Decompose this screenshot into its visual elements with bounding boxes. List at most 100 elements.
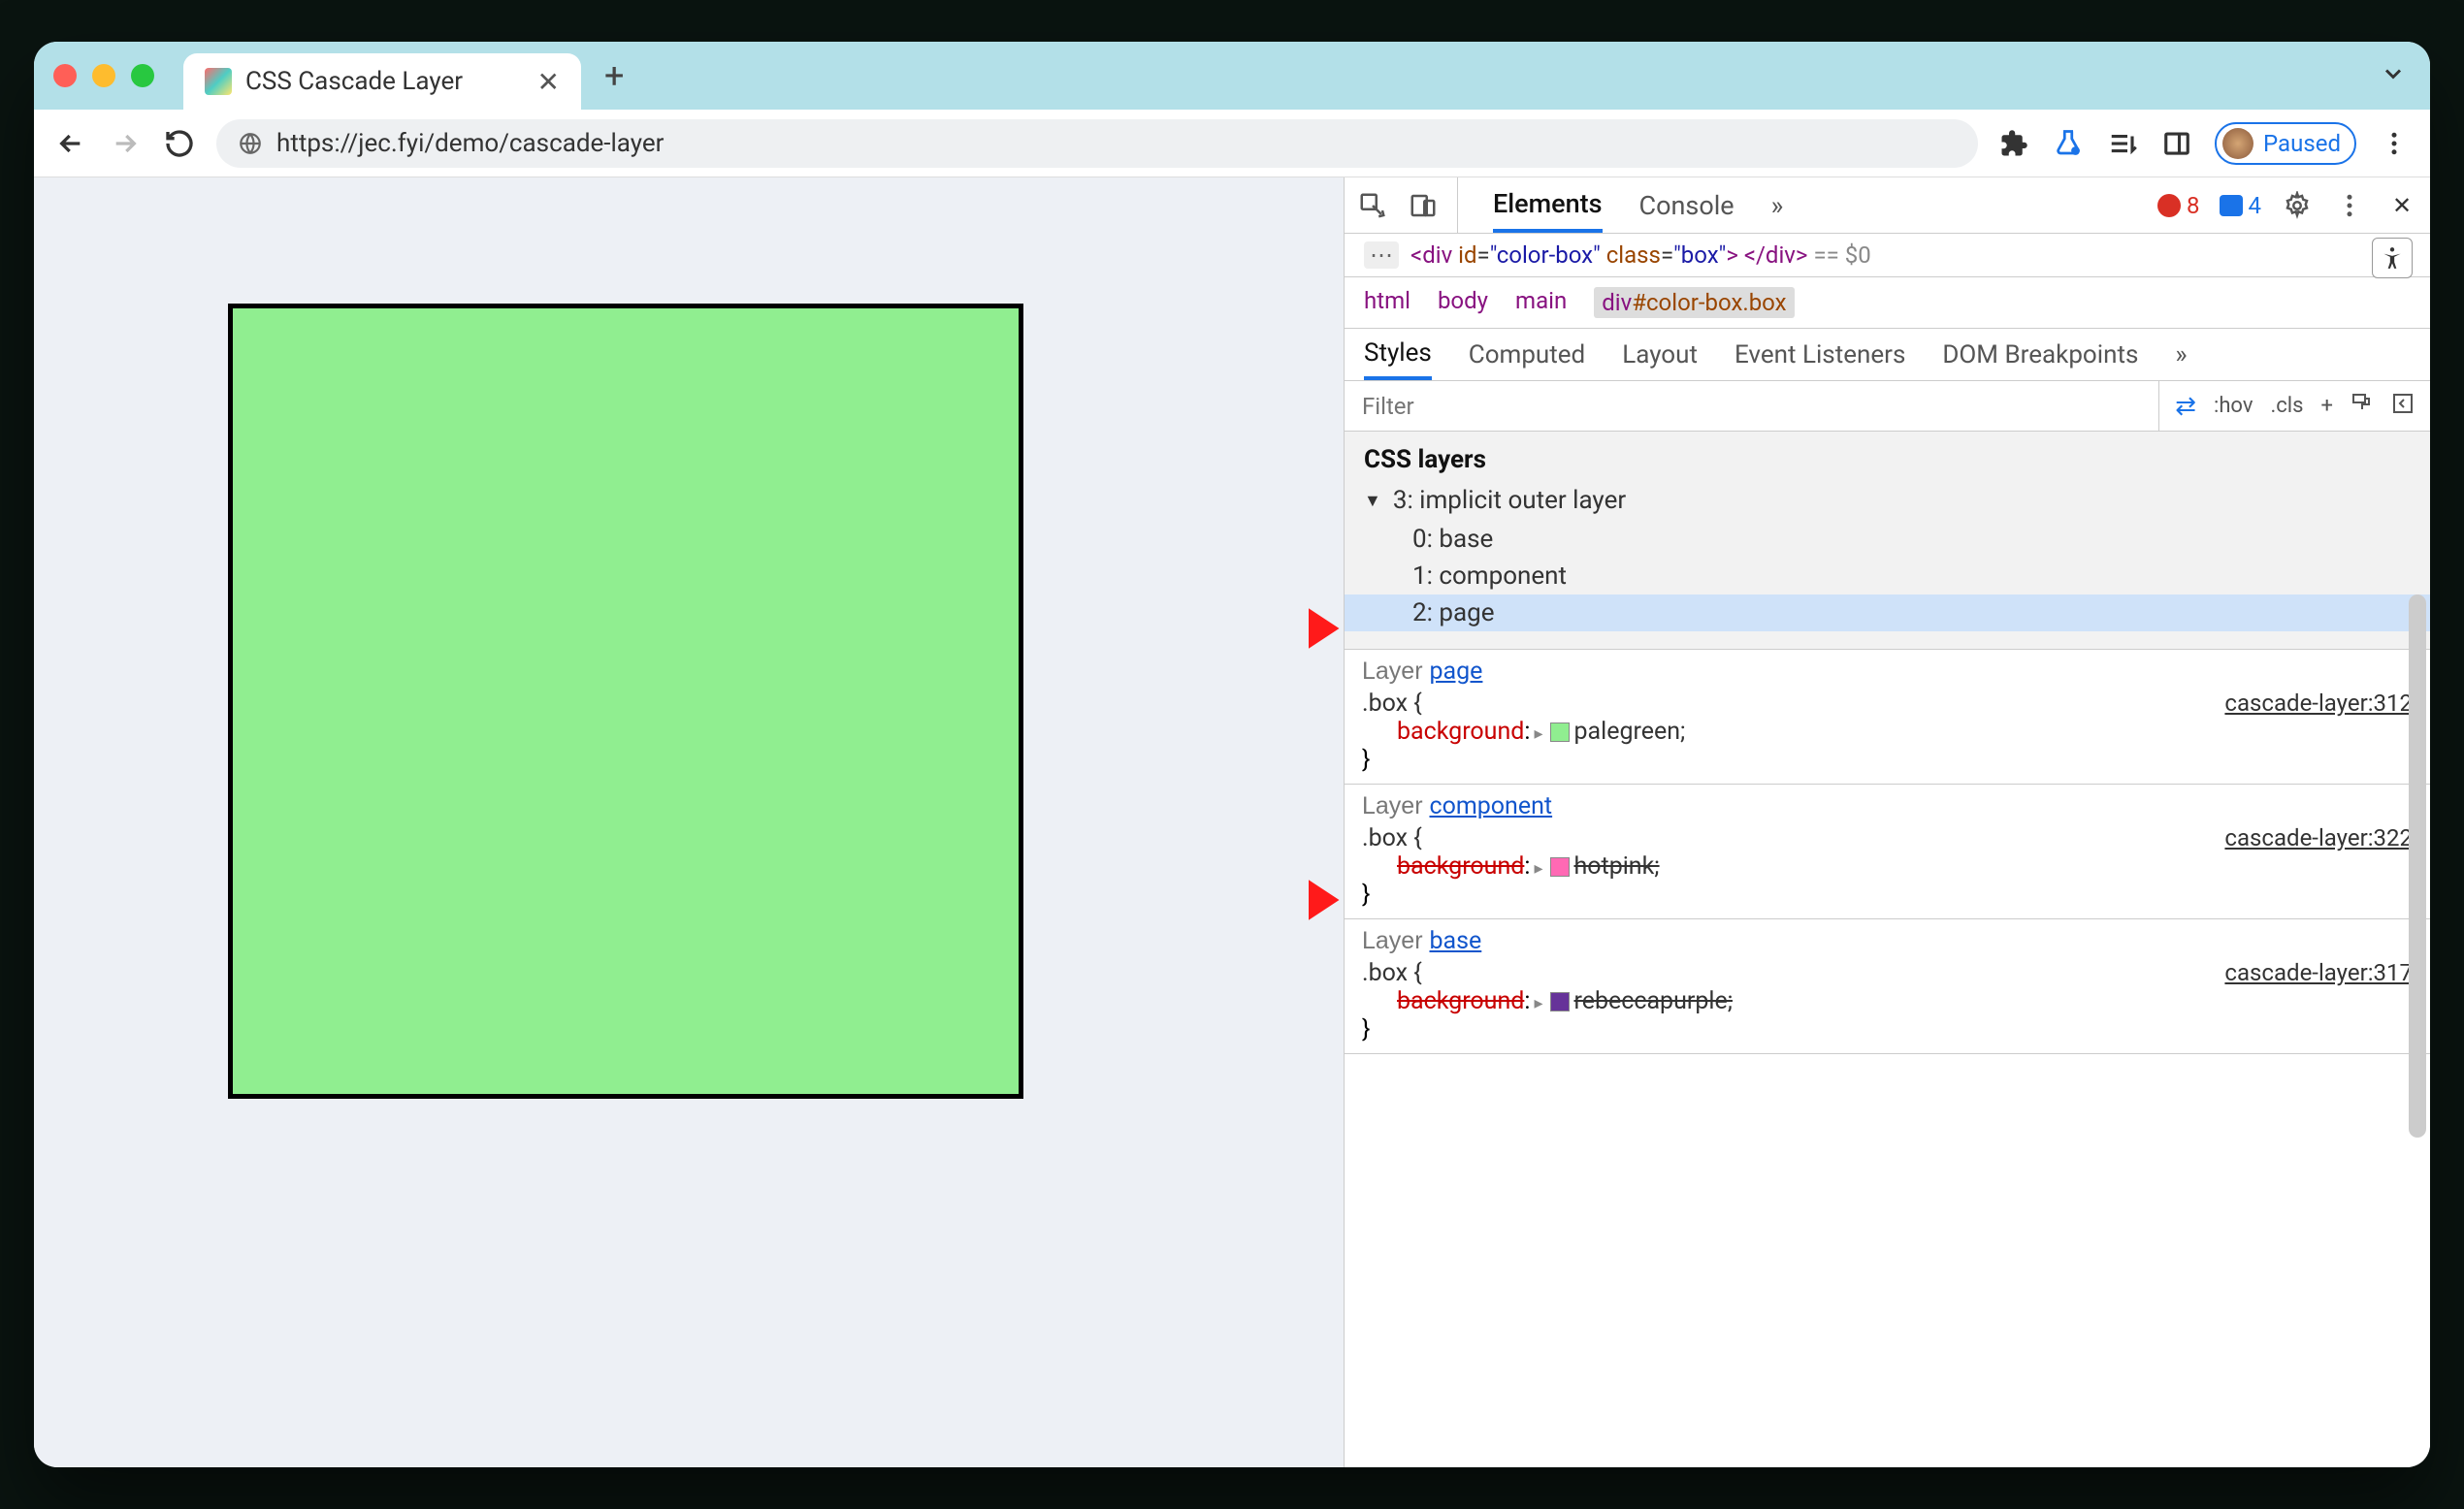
- expand-icon[interactable]: ▸: [1534, 858, 1542, 879]
- expand-icon[interactable]: ▸: [1534, 993, 1542, 1013]
- inspect-icon[interactable]: [1356, 189, 1389, 222]
- scrollbar[interactable]: [2409, 594, 2426, 1138]
- browser-tab[interactable]: CSS Cascade Layer ✕: [183, 53, 581, 110]
- rule-source-link[interactable]: cascade-layer:322: [2224, 824, 2413, 852]
- layer-link[interactable]: page: [1429, 658, 1482, 686]
- titlebar: CSS Cascade Layer ✕ +: [34, 42, 2430, 110]
- prop-value[interactable]: hotpink;: [1573, 852, 1659, 881]
- tab-title: CSS Cascade Layer: [245, 67, 524, 96]
- expand-icon[interactable]: ▸: [1534, 723, 1542, 744]
- breadcrumb-body[interactable]: body: [1438, 287, 1488, 318]
- subtab-dom-breakpoints[interactable]: DOM Breakpoints: [1942, 329, 2138, 380]
- filter-bar: ⇄ :hov .cls +: [1345, 381, 2430, 432]
- layer-link[interactable]: component: [1429, 792, 1552, 820]
- tab-console[interactable]: Console: [1639, 177, 1735, 233]
- profile-paused-badge[interactable]: Paused: [2215, 122, 2356, 165]
- breadcrumb-selected[interactable]: div#color-box.box: [1594, 287, 1794, 318]
- back-button[interactable]: [53, 126, 88, 161]
- hov-button[interactable]: :hov: [2214, 394, 2253, 418]
- breadcrumb-main[interactable]: main: [1515, 287, 1567, 318]
- address-bar[interactable]: https://jec.fyi/demo/cascade-layer: [216, 119, 1978, 168]
- forward-button[interactable]: [108, 126, 143, 161]
- error-badge[interactable]: 8: [2157, 192, 2200, 219]
- paused-label: Paused: [2263, 130, 2341, 157]
- new-rule-button[interactable]: +: [2321, 394, 2333, 418]
- settings-icon[interactable]: [2281, 189, 2314, 222]
- prop-name[interactable]: background: [1397, 718, 1524, 746]
- prop-name[interactable]: background: [1397, 987, 1524, 1015]
- layers-toggle-icon[interactable]: ⇄: [2175, 392, 2196, 421]
- subtab-layout[interactable]: Layout: [1622, 329, 1698, 380]
- page-viewport: [34, 177, 1344, 1467]
- rule-close: }: [1362, 881, 2413, 909]
- breadcrumb: html body main div#color-box.box: [1345, 277, 2430, 329]
- filter-input[interactable]: [1345, 381, 2159, 431]
- breadcrumb-html[interactable]: html: [1364, 287, 1410, 318]
- rule-source-link[interactable]: cascade-layer:312: [2224, 690, 2413, 718]
- color-swatch-icon[interactable]: [1550, 857, 1570, 877]
- paint-icon[interactable]: [2351, 392, 2374, 421]
- window-maximize-icon[interactable]: [131, 64, 154, 87]
- prop-value[interactable]: palegreen;: [1573, 718, 1685, 746]
- url-text: https://jec.fyi/demo/cascade-layer: [276, 129, 665, 158]
- subtab-overflow-icon[interactable]: »: [2175, 329, 2187, 380]
- tabs-dropdown-icon[interactable]: [2380, 60, 2407, 91]
- rule-body: background:▸rebeccapurple;: [1362, 987, 2413, 1015]
- style-rule[interactable]: Layer component.box {cascade-layer:322ba…: [1345, 785, 2430, 919]
- layer-label: Layer component: [1362, 792, 2413, 820]
- labs-icon[interactable]: [2052, 127, 2085, 160]
- devtools-menu-icon[interactable]: [2333, 189, 2366, 222]
- tab-elements[interactable]: Elements: [1493, 177, 1603, 233]
- layer-link[interactable]: base: [1429, 927, 1481, 955]
- dom-line[interactable]: ⋯ <div id="color-box" class="box"> </div…: [1345, 234, 2430, 277]
- layer-label: Layer page: [1362, 658, 2413, 686]
- layer-child-2[interactable]: 2: page: [1345, 594, 2430, 631]
- layer-label: Layer base: [1362, 927, 2413, 955]
- prop-value[interactable]: rebeccapurple;: [1573, 987, 1733, 1015]
- layer-child-0[interactable]: 0: base: [1364, 521, 2411, 558]
- side-panel-icon[interactable]: [2160, 127, 2193, 160]
- menu-icon[interactable]: [2378, 127, 2411, 160]
- new-tab-button[interactable]: +: [604, 55, 624, 96]
- color-swatch-icon[interactable]: [1550, 722, 1570, 742]
- layer-child-1[interactable]: 1: component: [1364, 558, 2411, 594]
- message-badge[interactable]: 4: [2220, 192, 2262, 219]
- accessibility-icon[interactable]: [2372, 238, 2413, 278]
- rule-source-link[interactable]: cascade-layer:317: [2224, 959, 2413, 987]
- reading-list-icon[interactable]: [2106, 127, 2139, 160]
- toolbar: https://jec.fyi/demo/cascade-layer Pause…: [34, 110, 2430, 177]
- extensions-icon[interactable]: [1997, 127, 2030, 160]
- devtools-panel: Elements Console » 8 4 ✕ ⋯ <div id="colo…: [1344, 177, 2430, 1467]
- style-rule[interactable]: Layer page.box {cascade-layer:312backgro…: [1345, 650, 2430, 785]
- red-arrow-icon: [1256, 866, 1344, 934]
- cls-button[interactable]: .cls: [2270, 394, 2303, 418]
- devtools-close-icon[interactable]: ✕: [2385, 189, 2418, 222]
- subtab-event-listeners[interactable]: Event Listeners: [1735, 329, 1905, 380]
- tab-favicon-icon: [205, 68, 232, 95]
- device-toggle-icon[interactable]: [1407, 189, 1440, 222]
- subtab-styles[interactable]: Styles: [1364, 329, 1432, 380]
- globe-icon: [238, 131, 263, 156]
- styles-subtabs: Styles Computed Layout Event Listeners D…: [1345, 329, 2430, 381]
- window-minimize-icon[interactable]: [92, 64, 115, 87]
- subtab-computed[interactable]: Computed: [1469, 329, 1585, 380]
- reload-button[interactable]: [162, 126, 197, 161]
- computed-panel-icon[interactable]: [2391, 392, 2415, 421]
- rule-body: background:▸palegreen;: [1362, 718, 2413, 746]
- tab-close-icon[interactable]: ✕: [537, 66, 560, 98]
- dom-ellipsis-icon[interactable]: ⋯: [1364, 241, 1399, 269]
- color-box: [228, 304, 1023, 1099]
- rule-body: background:▸hotpink;: [1362, 852, 2413, 881]
- window-close-icon[interactable]: [53, 64, 77, 87]
- layer-parent[interactable]: 3: implicit outer layer: [1364, 486, 2411, 515]
- tab-overflow-icon[interactable]: »: [1771, 177, 1784, 233]
- color-swatch-icon[interactable]: [1550, 992, 1570, 1011]
- red-arrow-icon: [1256, 594, 1344, 662]
- devtools-header: Elements Console » 8 4 ✕: [1345, 177, 2430, 234]
- content-area: Elements Console » 8 4 ✕ ⋯ <div id="colo…: [34, 177, 2430, 1467]
- style-rule[interactable]: Layer base.box {cascade-layer:317backgro…: [1345, 919, 2430, 1054]
- rule-close: }: [1362, 746, 2413, 774]
- prop-name[interactable]: background: [1397, 852, 1524, 881]
- css-layers-title: CSS layers: [1364, 445, 2411, 474]
- style-blocks: Layer page.box {cascade-layer:312backgro…: [1345, 650, 2430, 1054]
